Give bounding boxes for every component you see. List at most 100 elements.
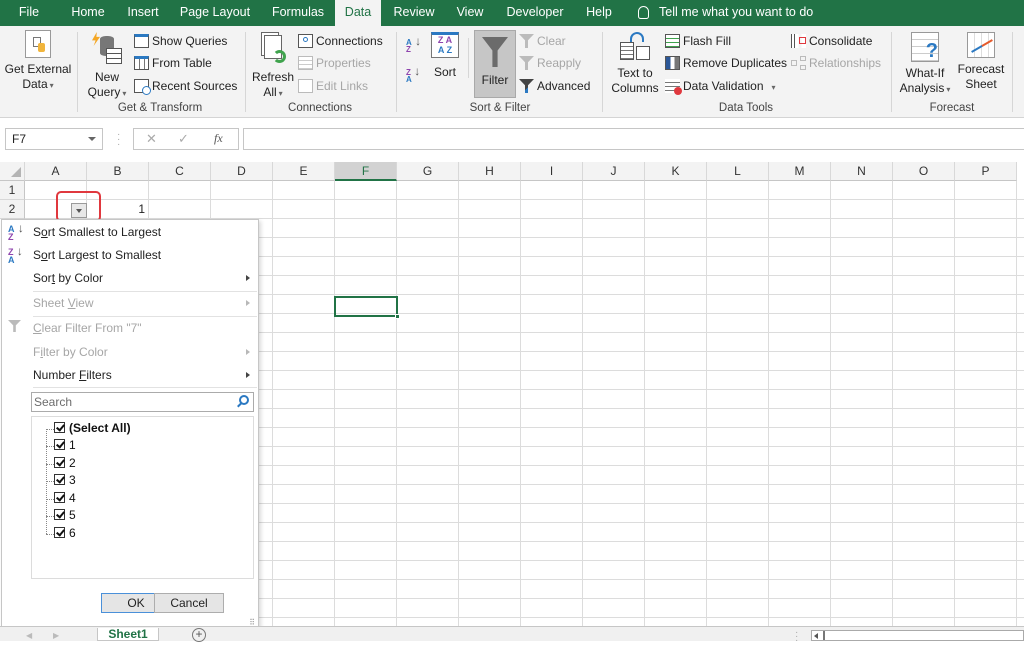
filter-values-list[interactable]: (Select All) 1 2 3 4 5 6 [31,416,254,579]
text-to-columns-button[interactable]: Text to Columns [609,32,661,96]
insert-function-icon[interactable]: fx [214,131,223,146]
show-queries-button[interactable]: Show Queries [134,32,227,50]
filter-item-select-all[interactable]: (Select All) [54,420,131,437]
sort-smallest-to-largest[interactable]: A ↓ Z Sort Smallest to Largest [2,221,258,243]
column-header-i[interactable]: I [521,162,583,181]
clear-filter-icon [519,34,534,48]
relationships-button[interactable]: Relationships [791,54,881,72]
tab-help[interactable]: Help [580,0,618,26]
sort-button[interactable]: Z AA Z Sort [428,32,462,80]
column-header-n[interactable]: N [831,162,893,181]
scrollbar-thumb[interactable] [823,631,825,640]
new-query-button[interactable]: New Query ▾ [84,32,130,101]
from-table-button[interactable]: From Table [134,54,212,72]
splitter-handle[interactable]: · · · [795,628,798,646]
sort-z-to-a-button[interactable]: Z ↓ A [406,65,420,84]
column-header-k[interactable]: K [645,162,707,181]
row-header-2[interactable]: 2 [0,200,25,219]
column-header-m[interactable]: M [769,162,831,181]
tab-file[interactable]: File [10,0,48,26]
get-external-data-button[interactable]: Get External Data ▾ [4,30,72,93]
formula-bar-grip-icon[interactable]: · · · [117,130,120,150]
advanced-filter-button[interactable]: Advanced [519,77,590,95]
checkbox-checked[interactable] [54,457,65,468]
filter-item[interactable]: 5 [54,507,76,524]
sheet-view[interactable]: Sheet View [2,292,258,314]
add-sheet-icon[interactable]: + [192,628,206,642]
filter-item[interactable]: 6 [54,525,76,542]
tab-view[interactable]: View [450,0,490,26]
tab-insert[interactable]: Insert [120,0,166,26]
clear-filter-from[interactable]: Clear Filter From "7" [2,317,258,339]
column-header-h[interactable]: H [459,162,521,181]
filter-search-input[interactable]: Search [31,392,254,412]
edit-links-button[interactable]: Edit Links [298,77,368,95]
forecast-sheet-button[interactable]: Forecast Sheet [955,32,1007,92]
filter-item[interactable]: 1 [54,437,76,454]
name-box[interactable]: F7 [5,128,103,150]
filter-button[interactable]: Filter [474,30,516,98]
filter-item[interactable]: 4 [54,490,76,507]
column-header-l[interactable]: L [707,162,769,181]
selected-cell-f7[interactable] [334,296,400,319]
what-if-analysis-button[interactable]: ? What-If Analysis ▾ [897,32,953,97]
horizontal-scrollbar[interactable] [811,630,1024,641]
tab-formulas[interactable]: Formulas [266,0,330,26]
checkbox-checked[interactable] [54,527,65,538]
formula-input[interactable] [243,128,1024,150]
column-header-j[interactable]: J [583,162,645,181]
checkbox-checked[interactable] [54,474,65,485]
refresh-all-button[interactable]: Refresh All ▾ [251,32,295,101]
cancel-icon[interactable]: ✕ [146,131,157,147]
accel-key: V [67,296,76,310]
column-header-g[interactable]: G [397,162,459,181]
tab-developer[interactable]: Developer [502,0,568,26]
relationships-icon [791,56,806,70]
row-header-1[interactable]: 1 [0,181,25,200]
checkbox-checked[interactable] [54,439,65,450]
scroll-sheets-left-icon[interactable]: ◀ [26,631,32,640]
chevron-down-icon[interactable] [88,137,96,141]
tab-data[interactable]: Data [335,0,381,26]
scroll-sheets-right-icon[interactable]: ▶ [53,631,59,640]
flash-fill-button[interactable]: Flash Fill [665,32,731,50]
column-header-o[interactable]: O [893,162,955,181]
column-header-a[interactable]: A [25,162,87,181]
column-header-e[interactable]: E [273,162,335,181]
checkbox-checked[interactable] [54,509,65,520]
column-header-d[interactable]: D [211,162,273,181]
column-header-p[interactable]: P [955,162,1017,181]
select-all-corner[interactable] [0,162,25,181]
sort-a-to-z-button[interactable]: A ↓ Z [406,35,421,54]
properties-button[interactable]: Properties [298,54,371,72]
remove-duplicates-button[interactable]: Remove Duplicates [665,54,787,72]
sort-largest-to-smallest[interactable]: Z ↓ A Sort Largest to Smallest [2,244,258,266]
tab-review[interactable]: Review [389,0,439,26]
column-header-f[interactable]: F [335,162,397,181]
recent-sources-button[interactable]: Recent Sources [134,77,237,95]
tab-home[interactable]: Home [62,0,114,26]
checkbox-checked[interactable] [54,422,65,433]
fill-handle[interactable] [395,314,400,319]
sheet-tab-sheet1[interactable]: Sheet1 [97,628,159,641]
data-validation-button[interactable]: Data Validation ▾ [665,77,776,95]
text-to-columns-label: Text to [617,66,653,80]
filter-item[interactable]: 2 [54,455,76,472]
sort-dialog-icon: Z AA Z [431,32,459,58]
filter-item[interactable]: 3 [54,472,76,489]
tab-page-layout[interactable]: Page Layout [176,0,254,26]
column-header-b[interactable]: B [87,162,149,181]
checkbox-checked[interactable] [54,492,65,503]
clear-filter-button[interactable]: Clear [519,32,566,50]
filter-by-color[interactable]: Filter by Color [2,341,258,363]
scroll-left-icon[interactable] [814,633,818,639]
tell-me-search[interactable]: Tell me what you want to do [638,0,813,26]
column-header-c[interactable]: C [149,162,211,181]
reapply-button[interactable]: Reapply [519,54,581,72]
cancel-button[interactable]: Cancel [154,593,224,613]
number-filters[interactable]: Number Filters [2,364,258,386]
enter-icon[interactable]: ✓ [178,131,189,147]
sort-by-color[interactable]: Sort by Color [2,267,258,289]
connections-button[interactable]: Connections [298,32,383,50]
consolidate-button[interactable]: Consolidate [791,32,872,50]
